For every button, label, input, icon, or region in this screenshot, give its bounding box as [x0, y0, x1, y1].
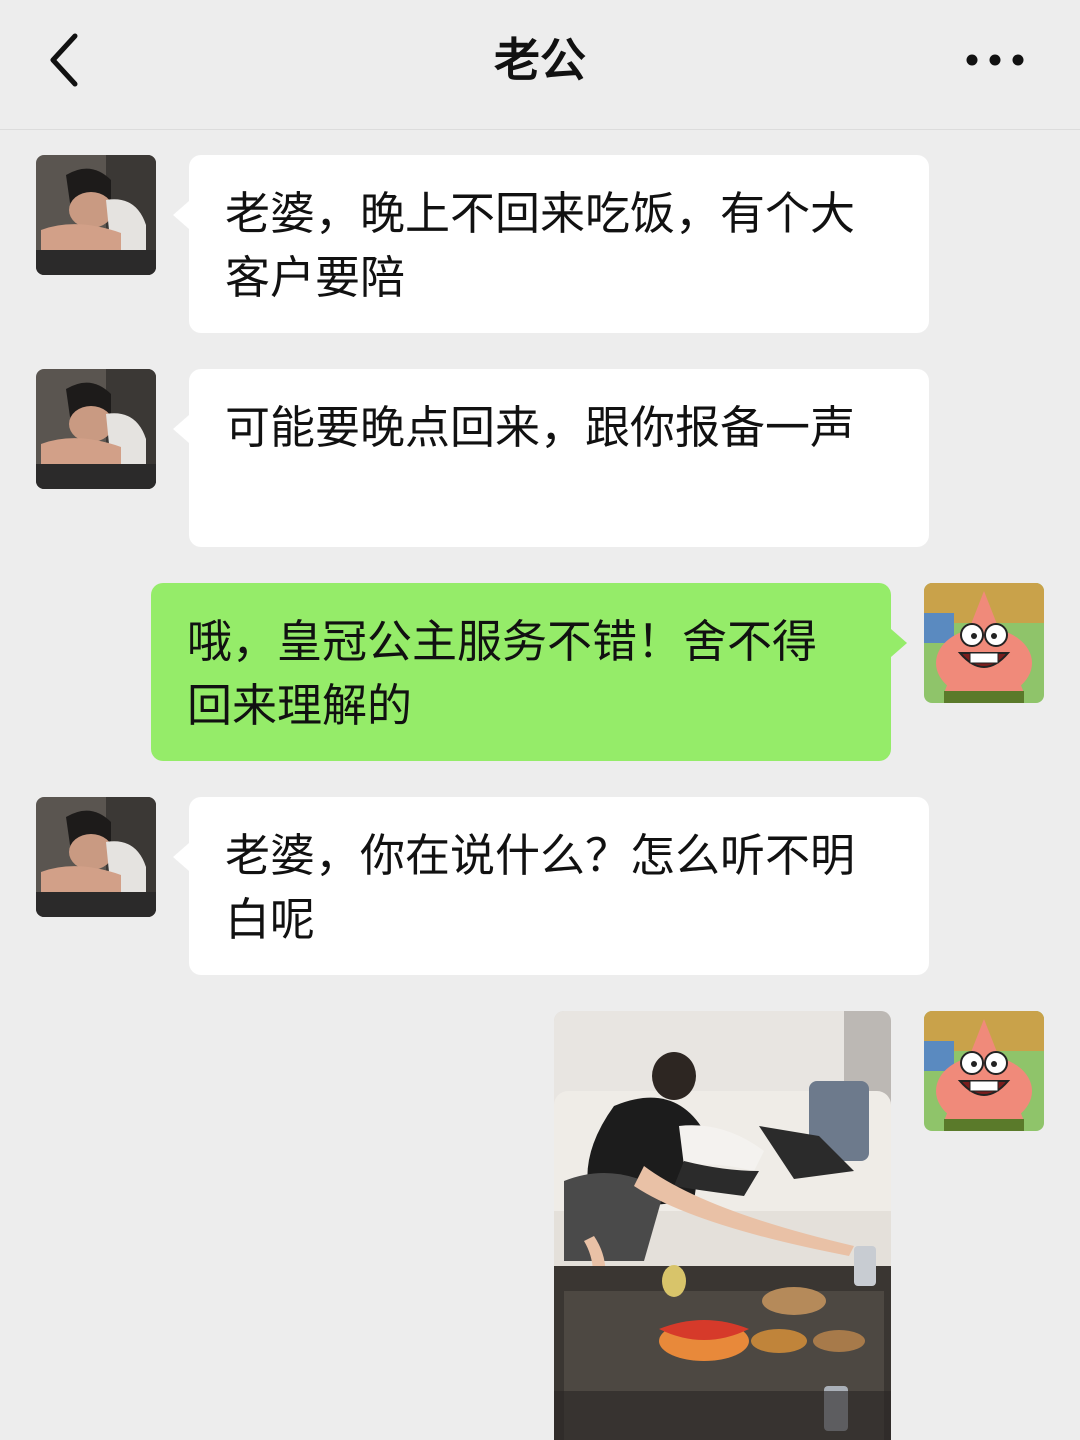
message-bubble[interactable]: 老婆，你在说什么？怎么听不明白呢 [189, 797, 929, 975]
message-bubble[interactable]: 可能要晚点回来，跟你报备一声 [189, 369, 929, 547]
husband-avatar[interactable] [36, 155, 156, 275]
message-text: 老婆，你在说什么？怎么听不明白呢 [225, 829, 856, 946]
more-options-button[interactable] [955, 30, 1035, 90]
chat-header: 老公 [0, 0, 1080, 130]
message-bubble[interactable]: 哦，皇冠公主服务不错！舍不得回来理解的 [151, 583, 891, 761]
message-text: 老婆，晚上不回来吃饭，有个大客户要陪 [225, 187, 856, 304]
husband-avatar[interactable] [36, 369, 156, 489]
my-avatar[interactable] [924, 1011, 1044, 1131]
bubble-tail [891, 629, 907, 657]
husband-avatar[interactable] [36, 797, 156, 917]
bubble-tail [173, 201, 189, 229]
bubble-tail [173, 843, 189, 871]
bubble-tail [173, 415, 189, 443]
chat-title: 老公 [494, 33, 586, 87]
message-text: 哦，皇冠公主服务不错！舍不得回来理解的 [187, 615, 818, 732]
message-bubble[interactable]: 老婆，晚上不回来吃饭，有个大客户要陪 [189, 155, 929, 333]
more-dots-icon [966, 54, 1024, 66]
my-avatar[interactable] [924, 583, 1044, 703]
message-text: 可能要晚点回来，跟你报备一声 [225, 401, 856, 454]
image-message[interactable] [554, 1011, 891, 1440]
